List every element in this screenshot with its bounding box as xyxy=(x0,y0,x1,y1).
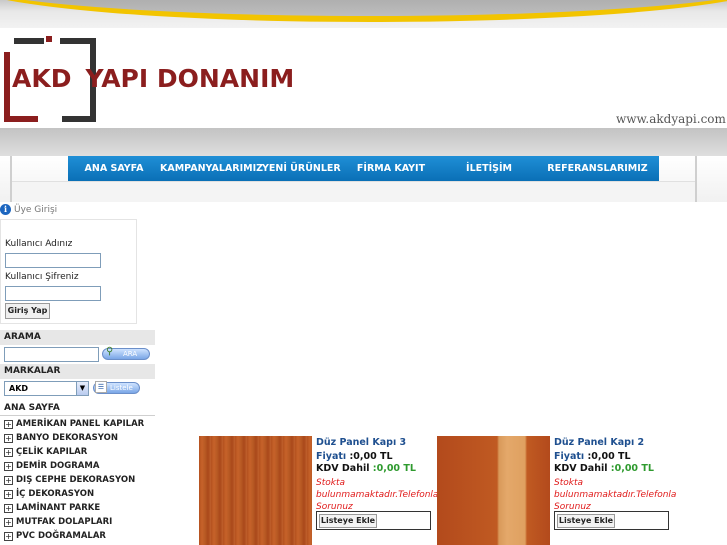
nav-iletisim[interactable]: İLETİŞİM xyxy=(442,163,536,174)
stock-status: Stokta bulunmamaktadır.Telefonla Sorunuz xyxy=(554,478,677,512)
chevron-down-icon: ▼ xyxy=(76,382,88,395)
category-item[interactable]: + PVC DOĞRAMALAR xyxy=(0,529,155,543)
brand-select-value: AKD xyxy=(9,384,29,393)
category-label: ÇELİK KAPILAR xyxy=(16,447,88,457)
expand-plus-icon: + xyxy=(4,489,13,499)
product-price: Fiyatı :0,00 TL xyxy=(554,451,631,462)
expand-plus-icon: + xyxy=(4,517,13,527)
search-button-label: ARA xyxy=(123,350,138,358)
add-to-list-button[interactable]: Listeye Ekle xyxy=(319,514,377,528)
search-button[interactable]: ⚲ ARA xyxy=(102,346,150,360)
category-label: DIŞ CEPHE DEKORASYON xyxy=(16,475,136,485)
top-arc-decoration xyxy=(0,0,727,22)
brand-select[interactable]: AKD ▼ xyxy=(4,381,89,396)
info-icon: i xyxy=(0,204,11,215)
top-decorative-band xyxy=(0,0,727,28)
category-item[interactable]: + MUTFAK DOLAPLARI xyxy=(0,515,155,529)
password-label: Kullanıcı Şifreniz xyxy=(5,272,79,282)
product-kdv-price: KDV Dahil :0,00 TL xyxy=(316,463,416,474)
logo-name-text: YAPI DONANIM xyxy=(85,64,295,93)
nav-yeni-urunler[interactable]: YENİ ÜRÜNLER xyxy=(262,163,341,174)
category-label: LAMİNANT PARKE xyxy=(16,503,101,513)
login-title: Üye Girişi xyxy=(14,204,58,215)
category-label: BANYO DEKORASYON xyxy=(16,433,118,443)
kdv-label: KDV Dahil xyxy=(316,463,370,474)
stock-status: Stokta bulunmamaktadır.Telefonla Sorunuz xyxy=(316,478,439,512)
kdv-value: :0,00 TL xyxy=(372,463,416,474)
category-item[interactable]: + ÇELİK KAPILAR xyxy=(0,445,155,459)
list-button-label: Listele xyxy=(110,384,133,392)
category-item[interactable]: + İÇ DEKORASYON xyxy=(0,487,155,501)
logo-akd-text: AKD xyxy=(12,64,72,93)
product-price: Fiyatı :0,00 TL xyxy=(316,451,393,462)
username-input[interactable] xyxy=(5,253,101,268)
price-label: Fiyatı xyxy=(316,451,347,462)
left-sidebar: i Üye Girişi Kullanıcı Adınız Kullanıcı … xyxy=(0,202,155,545)
site-header: AKD YAPI DONANIM www.akdyapi.com xyxy=(0,28,727,128)
product-image[interactable] xyxy=(199,436,312,545)
categories-title[interactable]: ANA SAYFA xyxy=(0,401,155,416)
product-kdv-price: KDV Dahil :0,00 TL xyxy=(554,463,654,474)
site-url-text: www.akdyapi.com xyxy=(616,112,726,126)
brands-section-title: MARKALAR xyxy=(0,364,155,379)
nav-underbar xyxy=(12,181,695,202)
expand-plus-icon: + xyxy=(4,447,13,457)
kdv-value: :0,00 TL xyxy=(610,463,654,474)
password-input[interactable] xyxy=(5,286,101,301)
category-label: İÇ DEKORASYON xyxy=(16,489,95,499)
category-label: DEMİR DOGRAMA xyxy=(16,461,100,471)
category-item[interactable]: + LAMİNANT PARKE xyxy=(0,501,155,515)
nav-referanslarimiz[interactable]: REFERANSLARIMIZ xyxy=(536,163,659,174)
category-label: MUTFAK DOLAPLARI xyxy=(16,517,113,527)
list-icon: ☰ xyxy=(95,381,107,393)
username-label: Kullanıcı Adınız xyxy=(5,239,73,249)
add-to-list-button[interactable]: Listeye Ekle xyxy=(557,514,615,528)
add-to-list-wrapper: Listeye Ekle xyxy=(316,511,431,530)
product-image[interactable] xyxy=(437,436,550,545)
header-divider-strip xyxy=(0,128,727,156)
price-label: Fiyatı xyxy=(554,451,585,462)
search-input[interactable] xyxy=(4,347,99,362)
expand-plus-icon: + xyxy=(4,419,13,429)
site-logo[interactable]: AKD YAPI DONANIM xyxy=(12,64,294,93)
category-item[interactable]: + BANYO DEKORASYON xyxy=(0,431,155,445)
login-header: i Üye Girişi xyxy=(0,204,57,215)
product-card: Düz Panel Kapı 2 Fiyatı :0,00 TL KDV Dah… xyxy=(437,436,677,545)
list-brand-button[interactable]: ☰ Listele xyxy=(93,381,140,394)
search-icon: ⚲ xyxy=(106,346,114,357)
expand-plus-icon: + xyxy=(4,531,13,541)
expand-plus-icon: + xyxy=(4,433,13,443)
nav-firma-kayit[interactable]: FİRMA KAYIT xyxy=(340,163,442,174)
price-value: :0,00 TL xyxy=(349,451,393,462)
expand-plus-icon: + xyxy=(4,475,13,485)
login-button[interactable]: Giriş Yap xyxy=(5,303,50,319)
price-value: :0,00 TL xyxy=(587,451,631,462)
category-label: AMERİKAN PANEL KAPILAR xyxy=(16,419,145,429)
expand-plus-icon: + xyxy=(4,503,13,513)
category-label: PVC DOĞRAMALAR xyxy=(16,531,106,541)
nav-kampanyalarimiz[interactable]: KAMPANYALARIMIZ xyxy=(160,163,263,174)
login-panel: i Üye Girişi Kullanıcı Adınız Kullanıcı … xyxy=(0,202,137,326)
product-title[interactable]: Düz Panel Kapı 3 xyxy=(316,437,406,448)
expand-plus-icon: + xyxy=(4,461,13,471)
main-navigation: ANA SAYFA KAMPANYALARIMIZ YENİ ÜRÜNLER F… xyxy=(68,156,659,181)
product-card: Düz Panel Kapı 3 Fiyatı :0,00 TL KDV Dah… xyxy=(199,436,439,545)
search-section-title: ARAMA xyxy=(0,330,155,345)
category-item[interactable]: + DIŞ CEPHE DEKORASYON xyxy=(0,473,155,487)
category-item[interactable]: + DEMİR DOGRAMA xyxy=(0,459,155,473)
nav-ana-sayfa[interactable]: ANA SAYFA xyxy=(68,163,160,174)
kdv-label: KDV Dahil xyxy=(554,463,608,474)
product-title[interactable]: Düz Panel Kapı 2 xyxy=(554,437,644,448)
add-to-list-wrapper: Listeye Ekle xyxy=(554,511,669,530)
category-item[interactable]: + AMERİKAN PANEL KAPILAR xyxy=(0,417,155,431)
